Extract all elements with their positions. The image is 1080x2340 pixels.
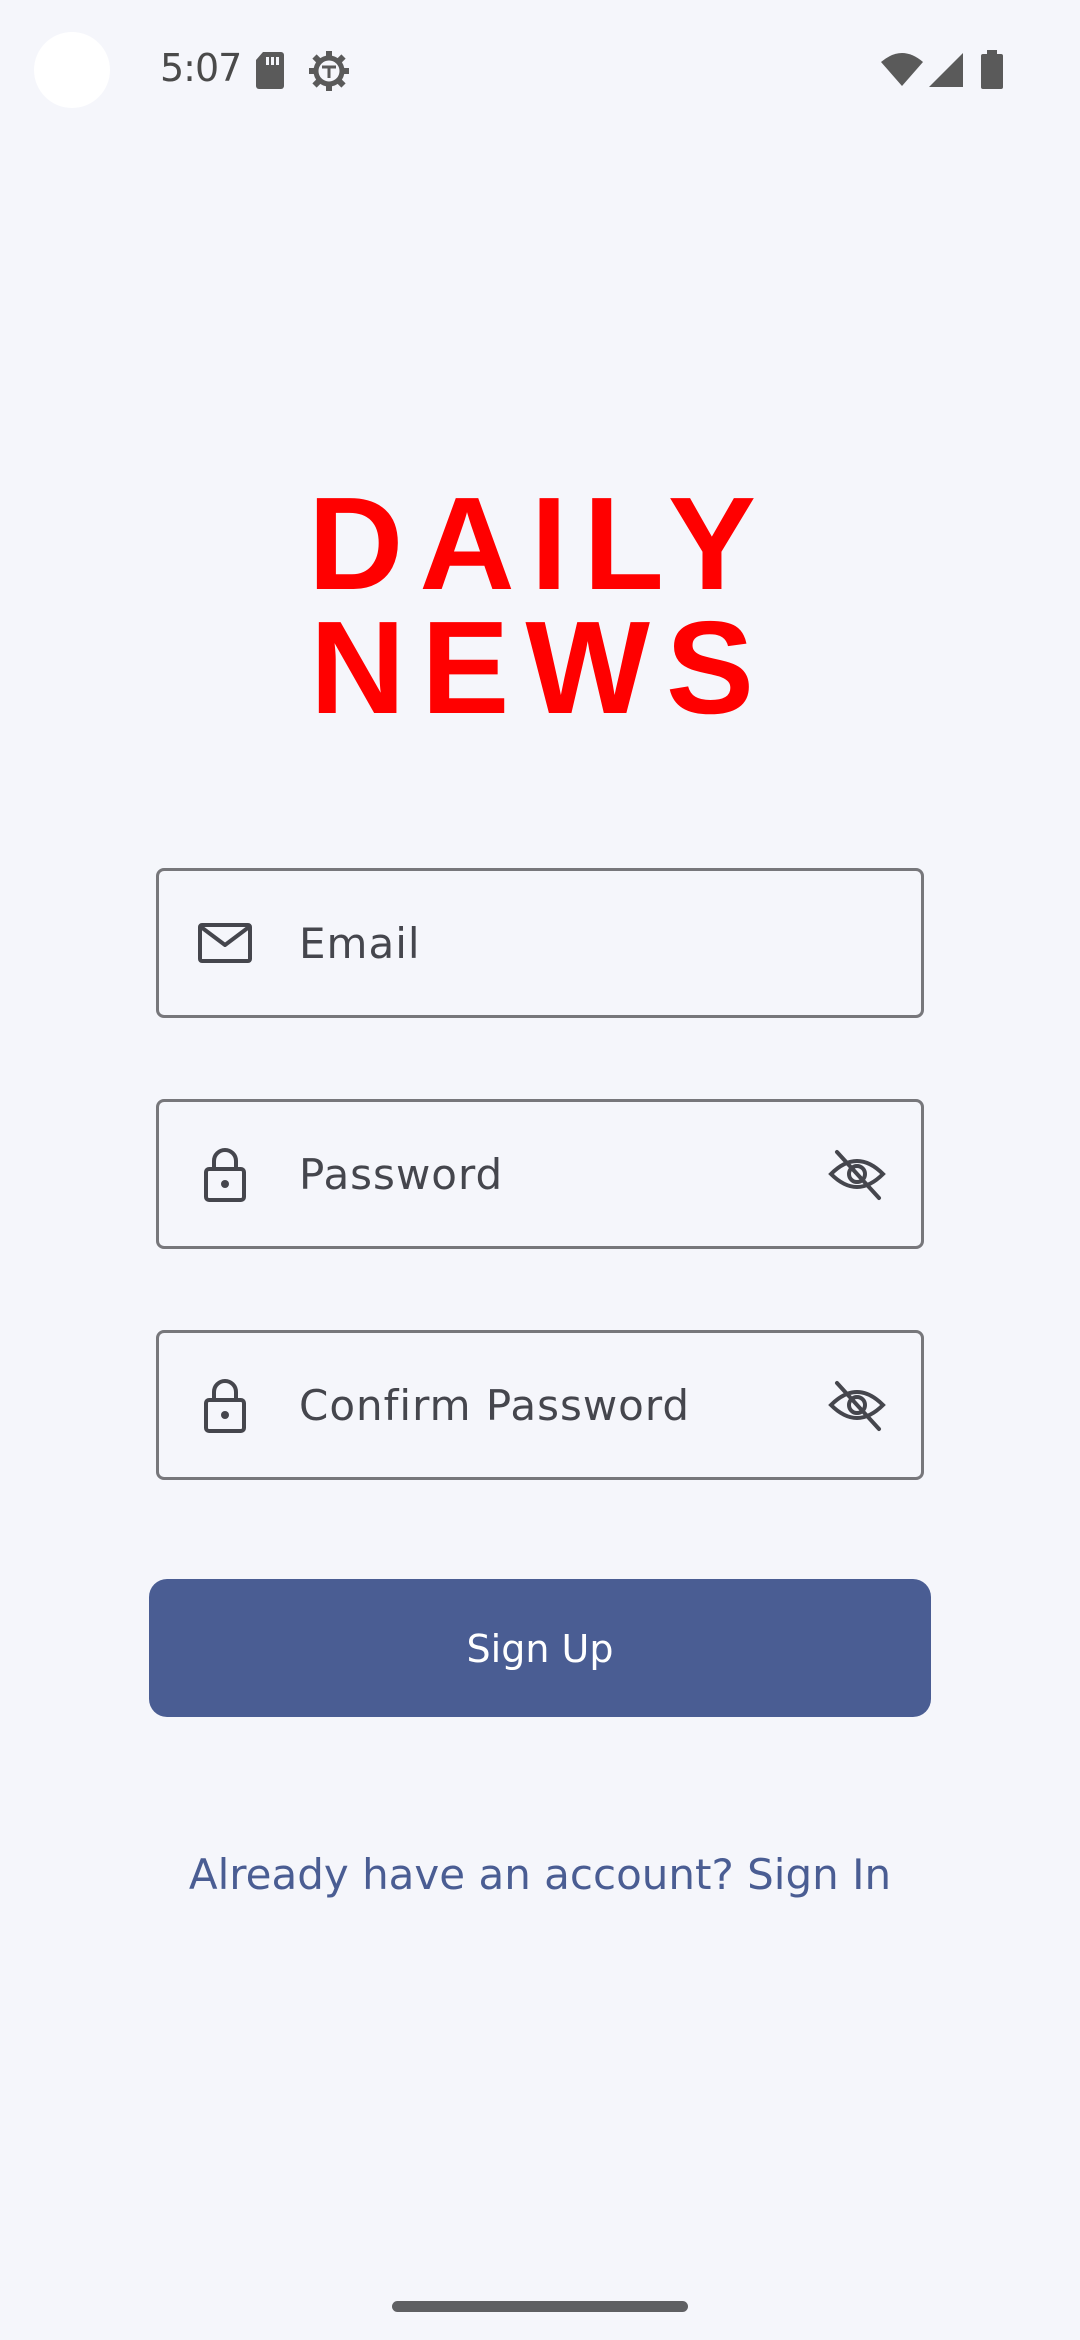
password-input[interactable] <box>299 1102 799 1246</box>
mail-icon <box>195 913 255 973</box>
wifi-icon <box>880 52 924 93</box>
eye-off-icon[interactable] <box>827 1144 887 1204</box>
lock-icon <box>195 1375 255 1435</box>
email-input[interactable] <box>299 871 799 1015</box>
sd-card-icon <box>255 50 285 95</box>
email-field[interactable] <box>156 868 924 1018</box>
logo-news: NEWS <box>310 594 770 741</box>
status-time: 5:07 <box>160 46 242 90</box>
eye-off-icon[interactable] <box>827 1375 887 1435</box>
logo-daily: DAILY <box>308 470 772 617</box>
sign-in-link[interactable]: Already have an account? Sign In <box>0 1850 1080 1899</box>
confirm-password-input[interactable] <box>299 1333 799 1477</box>
password-field[interactable] <box>156 1099 924 1249</box>
sign-up-button[interactable]: Sign Up <box>149 1579 931 1717</box>
signal-icon <box>928 52 964 93</box>
status-bar: 5:07 <box>0 0 1080 140</box>
camera-cutout <box>34 32 110 108</box>
signup-screen: 5:07 DAILY NEWS Email Sign Up Already ha… <box>0 0 1080 2340</box>
home-indicator[interactable] <box>392 2301 688 2312</box>
battery-icon <box>980 50 1004 95</box>
settings-icon <box>308 50 350 97</box>
confirm-password-field[interactable] <box>156 1330 924 1480</box>
lock-icon <box>195 1144 255 1204</box>
